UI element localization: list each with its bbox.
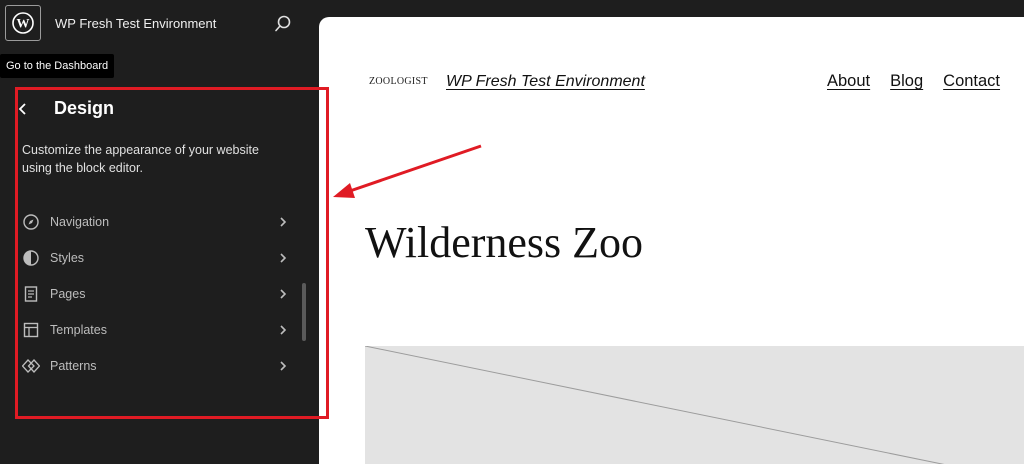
placeholder-diagonal [365,346,945,464]
wordpress-icon: W [12,12,34,34]
dashboard-tooltip: Go to the Dashboard [0,54,115,78]
site-logo[interactable]: ZOOLOGIST [369,76,428,87]
site-preview[interactable]: ZOOLOGIST WP Fresh Test Environment Abou… [319,17,1024,464]
annotation-arrow [333,144,482,198]
nav-link-contact[interactable]: Contact [943,72,1000,91]
site-title: WP Fresh Test Environment [55,16,217,31]
svg-text:W: W [17,16,30,31]
preview-headline: Wilderness Zoo [365,218,644,267]
image-placeholder [365,346,1024,464]
nav-link-about[interactable]: About [827,72,870,91]
nav-link-blog[interactable]: Blog [890,72,923,91]
search-icon[interactable] [273,14,293,34]
preview-site-title[interactable]: WP Fresh Test Environment [446,73,645,91]
annotation-highlight-box [15,87,329,419]
wordpress-logo-button[interactable]: W [5,5,41,41]
preview-navigation: About Blog Contact [827,72,1000,91]
